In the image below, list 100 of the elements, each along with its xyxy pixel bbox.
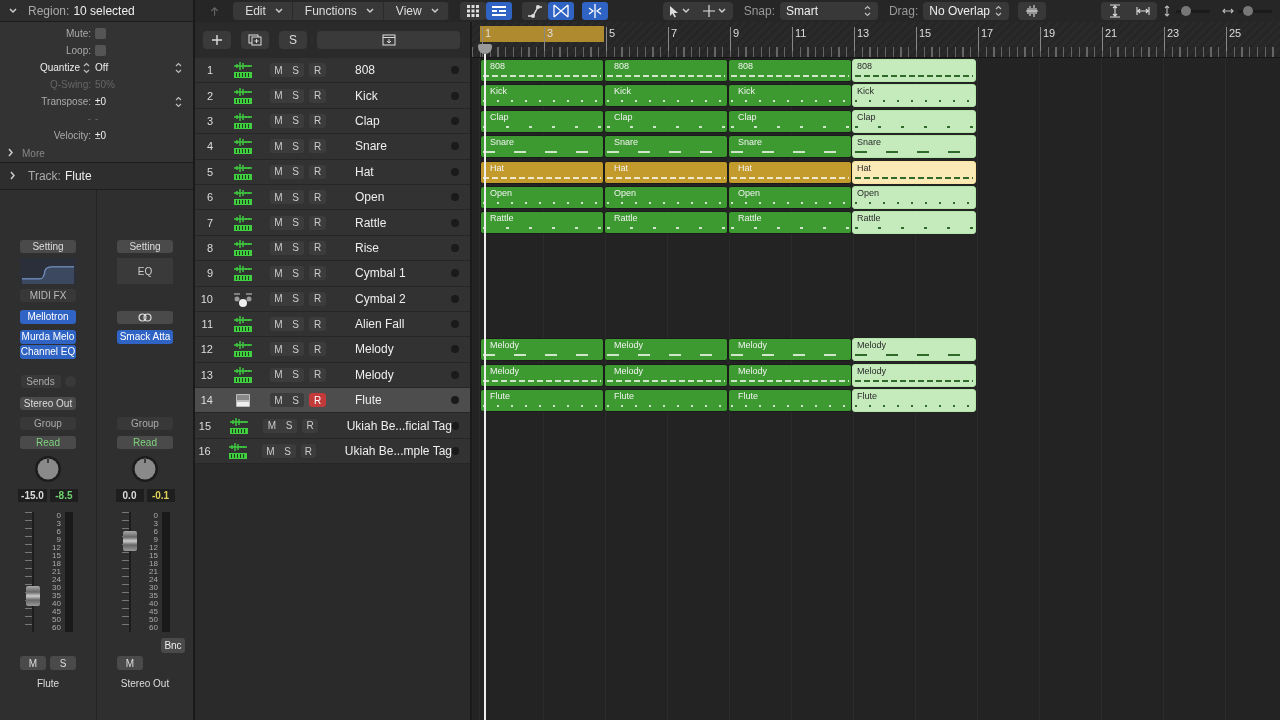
midi-fx-slot[interactable]: MIDI FX	[20, 288, 76, 302]
midi-region[interactable]: Melody	[852, 338, 976, 362]
track-header[interactable]: 1 M S R 808	[195, 58, 470, 84]
expand-chevron-icon[interactable]	[8, 171, 18, 181]
track-header[interactable]: 5 M S R Hat	[195, 159, 470, 185]
midi-instrument-icon	[231, 111, 255, 130]
plugin-slot[interactable]: Smack Atta	[117, 330, 173, 344]
track-status-dot	[451, 396, 459, 405]
record-enable-button[interactable]: R	[302, 418, 318, 433]
track-header[interactable]: 11 M S R Alien Fall	[195, 311, 470, 338]
record-enable-button[interactable]: R	[309, 190, 326, 205]
record-enable-button[interactable]: R	[309, 342, 326, 357]
instrument-slot[interactable]: Mellotron	[20, 310, 76, 324]
record-enable-button[interactable]: R	[309, 63, 326, 78]
record-enable-button[interactable]: R	[309, 393, 326, 408]
midi-region[interactable]: Melody	[852, 363, 976, 387]
setting-button[interactable]: Setting	[117, 239, 173, 253]
track-header[interactable]: 3 M S R Clap	[195, 108, 470, 135]
record-enable-button[interactable]: R	[309, 266, 326, 281]
flex-button[interactable]	[547, 2, 574, 20]
stepper-icon[interactable]	[174, 95, 183, 108]
waveform-zoom-button[interactable]	[1018, 2, 1046, 20]
duplicate-track-button[interactable]	[241, 31, 269, 49]
eq-curve-thumbnail[interactable]	[20, 258, 76, 284]
playhead[interactable]	[478, 44, 492, 720]
record-enable-button[interactable]: R	[301, 444, 316, 459]
snap-dropdown[interactable]: Smart	[780, 2, 878, 20]
channel-toggle-button[interactable]: M	[117, 656, 143, 670]
group-slot[interactable]: Group	[20, 417, 76, 430]
track-header[interactable]: 9 M S R Cymbal 1	[195, 261, 470, 287]
grid-view-button[interactable]	[459, 2, 486, 20]
record-enable-button[interactable]: R	[309, 164, 326, 179]
plugin-slot[interactable]: Murda Melo	[20, 330, 76, 344]
midi-region[interactable]: 808	[852, 59, 976, 82]
track-header[interactable]: 14 M S R Flute	[195, 388, 470, 414]
drag-label: Drag:	[888, 4, 919, 18]
record-enable-button[interactable]: R	[309, 240, 326, 255]
waveform-icon	[1025, 4, 1039, 18]
channel-toggle-button[interactable]: M	[20, 656, 46, 670]
track-header[interactable]: 4 M S R Snare	[195, 134, 470, 160]
collapse-tracks-button[interactable]	[317, 31, 460, 49]
parameter-value[interactable]: ±0	[95, 96, 107, 107]
record-enable-button[interactable]: R	[309, 291, 326, 306]
parameter-value[interactable]: Off	[95, 62, 109, 73]
collapse-chevron-icon[interactable]	[8, 5, 18, 16]
add-track-button[interactable]	[203, 31, 231, 49]
scale-label: 12	[149, 544, 158, 552]
chevron-down-icon	[716, 6, 727, 16]
record-enable-button[interactable]: R	[309, 367, 326, 382]
playhead-catch-button[interactable]	[581, 2, 608, 20]
track-header[interactable]: 12 M S R Melody	[195, 337, 470, 363]
record-enable-button[interactable]: R	[309, 215, 326, 230]
automation-button[interactable]	[521, 2, 548, 20]
group-slot[interactable]: Group	[117, 417, 173, 430]
menu-button[interactable]: Functions	[292, 2, 384, 20]
track-header[interactable]: 7 M S R Rattle	[195, 210, 470, 236]
stepper-icon[interactable]	[82, 61, 91, 74]
track-header[interactable]: 13 M S R Melody	[195, 362, 470, 389]
midi-region[interactable]: Rattle	[852, 211, 976, 235]
output-button[interactable]: Stereo Out	[20, 396, 76, 410]
automation-mode-button[interactable]: Read	[117, 436, 173, 449]
record-enable-button[interactable]: R	[309, 317, 326, 332]
record-enable-button[interactable]: R	[309, 88, 326, 103]
record-enable-button[interactable]: R	[309, 113, 326, 128]
midi-region[interactable]: Snare	[852, 135, 976, 159]
automation-mode-button[interactable]: Read	[20, 436, 76, 449]
track-header[interactable]: 6 M S R Open	[195, 184, 470, 211]
setting-button[interactable]: Setting	[20, 239, 76, 253]
drag-dropdown[interactable]: No Overlap	[923, 2, 1009, 20]
midi-region[interactable]: Hat	[852, 160, 976, 184]
more-label[interactable]: More	[22, 147, 45, 159]
checkbox[interactable]	[95, 28, 106, 39]
midi-region[interactable]: Clap	[852, 109, 976, 133]
eq-slot[interactable]: EQ	[117, 258, 173, 284]
menu-button[interactable]: Edit	[233, 2, 293, 20]
pan-knob[interactable]	[131, 455, 159, 483]
sends-slot[interactable]: Sends	[20, 374, 61, 388]
pan-knob[interactable]	[34, 455, 62, 483]
midi-region[interactable]: Kick	[852, 84, 976, 108]
link-button[interactable]	[117, 310, 173, 324]
track-header[interactable]: 8 M S R Rise	[195, 235, 470, 262]
track-name: Alien Fall	[355, 317, 406, 332]
list-view-button[interactable]	[485, 2, 512, 20]
track-header[interactable]: 2 M S R Kick	[195, 83, 470, 109]
track-header[interactable]: 15 M S R Ukiah Be...ficial Tag	[195, 413, 470, 439]
record-enable-button[interactable]: R	[309, 139, 326, 154]
bounce-button[interactable]: Bnc	[161, 637, 185, 653]
back-arrow-icon[interactable]	[209, 4, 221, 18]
checkbox[interactable]	[95, 45, 106, 56]
midi-region[interactable]: Flute	[852, 389, 976, 413]
plugin-slot[interactable]: Channel EQ	[20, 345, 76, 359]
menu-button[interactable]: View	[383, 2, 449, 20]
track-header[interactable]: 16 M S R Ukiah Be...mple Tag	[195, 438, 470, 465]
midi-region[interactable]: Open	[852, 185, 976, 209]
global-solo-button[interactable]: S	[279, 31, 307, 49]
expand-chevron-icon[interactable]	[6, 148, 16, 158]
track-header[interactable]: 10 M S R Cymbal 2	[195, 286, 470, 312]
channel-toggle-button[interactable]: S	[50, 656, 76, 670]
track-status-dot	[451, 269, 459, 278]
stepper-icon[interactable]	[174, 61, 183, 74]
